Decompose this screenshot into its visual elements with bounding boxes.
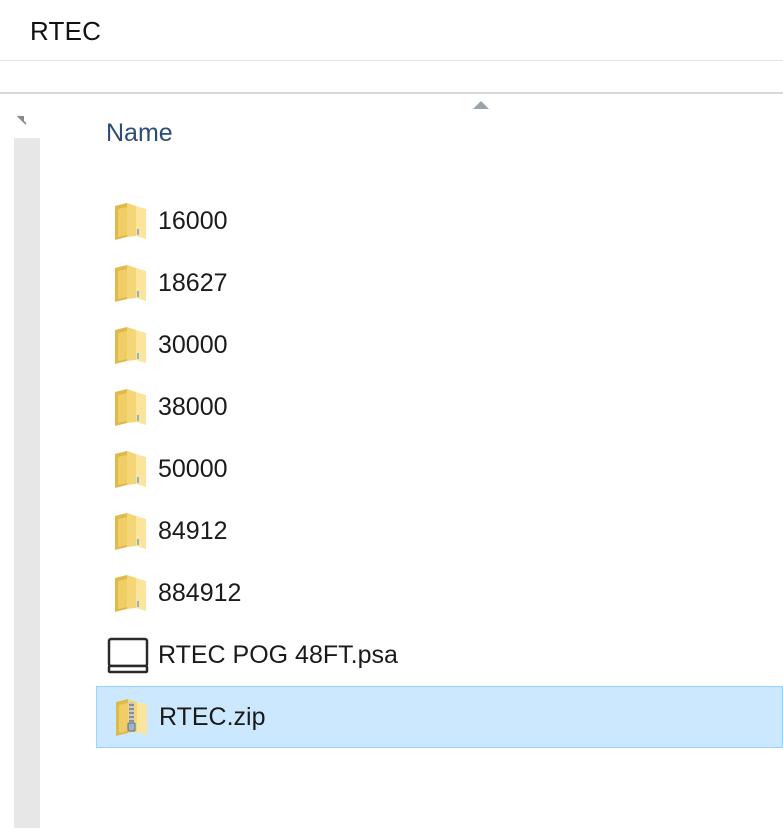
file-name: 884912	[158, 579, 242, 607]
file-name: RTEC.zip	[159, 703, 266, 731]
navigation-pane	[0, 94, 40, 832]
file-name: 38000	[158, 393, 228, 421]
folder-list-item[interactable]: 30000	[96, 314, 783, 376]
file-list-item[interactable]: RTEC.zip	[96, 686, 783, 748]
folder-icon	[115, 327, 146, 364]
folder-list-item[interactable]: 38000	[96, 376, 783, 438]
navigation-scrollbar[interactable]	[14, 138, 40, 828]
zip-folder-icon	[116, 699, 147, 736]
file-icon-slot	[106, 449, 150, 489]
file-view: Name 16000 18627 30000 38000 50000 84912…	[0, 92, 783, 832]
folder-list-item[interactable]: 884912	[96, 562, 783, 624]
file-icon-slot	[107, 697, 151, 737]
sort-ascending-icon	[473, 101, 489, 109]
folder-list-item[interactable]: 84912	[96, 500, 783, 562]
folder-icon	[115, 451, 146, 488]
file-name: 30000	[158, 331, 228, 359]
file-name: 50000	[158, 455, 228, 483]
file-icon-slot	[106, 325, 150, 365]
folder-icon	[115, 265, 146, 302]
file-name: RTEC POG 48FT.psa	[158, 641, 398, 669]
folder-icon	[115, 513, 146, 550]
folder-icon	[115, 575, 146, 612]
file-icon-slot	[106, 511, 150, 551]
file-name: 16000	[158, 207, 228, 235]
file-icon-slot	[106, 387, 150, 427]
file-list: 16000 18627 30000 38000 50000 84912 8849…	[96, 190, 783, 748]
monitor-file-icon	[107, 637, 149, 674]
file-name: 84912	[158, 517, 228, 545]
folder-list-item[interactable]: 16000	[96, 190, 783, 252]
file-name: 18627	[158, 269, 228, 297]
scroll-up-icon[interactable]	[16, 114, 28, 126]
file-icon-slot	[106, 201, 150, 241]
file-icon-slot	[106, 263, 150, 303]
window-title: RTEC	[30, 16, 102, 46]
file-list-item[interactable]: RTEC POG 48FT.psa	[96, 624, 783, 686]
title-divider	[0, 60, 783, 61]
folder-icon	[115, 389, 146, 426]
pane-top-border	[0, 92, 783, 94]
column-header-name[interactable]: Name	[106, 116, 173, 150]
file-icon-slot	[106, 635, 150, 675]
folder-icon	[115, 203, 146, 240]
folder-list-item[interactable]: 18627	[96, 252, 783, 314]
file-icon-slot	[106, 573, 150, 613]
folder-list-item[interactable]: 50000	[96, 438, 783, 500]
